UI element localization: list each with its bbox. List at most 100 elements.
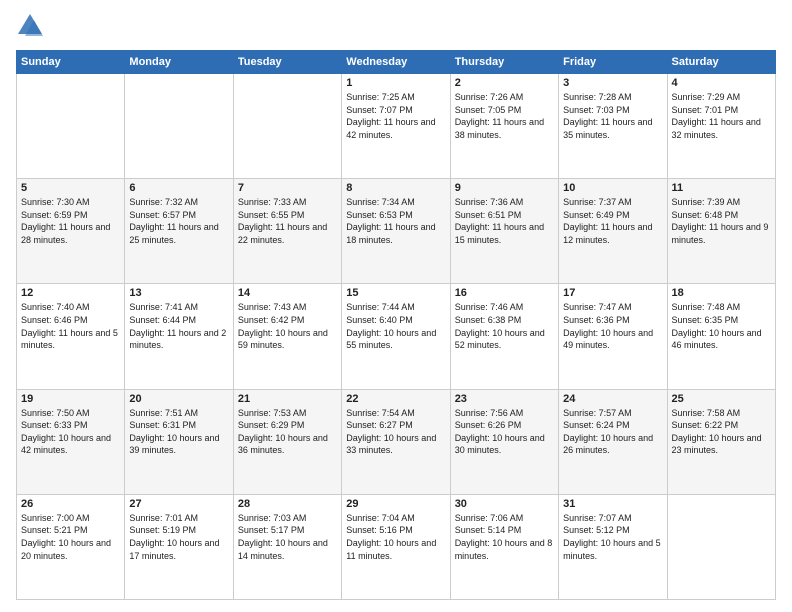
day-number: 26	[21, 498, 120, 510]
day-info: Sunrise: 7:47 AM Sunset: 6:36 PM Dayligh…	[563, 301, 662, 351]
day-cell: 12 Sunrise: 7:40 AM Sunset: 6:46 PM Dayli…	[17, 284, 125, 389]
day-number: 6	[129, 182, 228, 194]
day-cell: 5Sunrise: 7:30 AM Sunset: 6:59 PM Daylig…	[17, 179, 125, 284]
day-cell: 22Sunrise: 7:54 AM Sunset: 6:27 PM Dayli…	[342, 389, 450, 494]
calendar-table: SundayMondayTuesdayWednesdayThursdayFrid…	[16, 50, 776, 600]
header	[16, 12, 776, 40]
day-cell: 18 Sunrise: 7:48 AM Sunset: 6:35 PM Dayli…	[667, 284, 775, 389]
day-info: Sunrise: 7:57 AM Sunset: 6:24 PM Dayligh…	[563, 407, 662, 457]
col-header-monday: Monday	[125, 51, 233, 74]
day-number: 8	[346, 182, 445, 194]
day-info: Sunrise: 7:07 AM Sunset: 5:12 PM Dayligh…	[563, 512, 662, 562]
day-number: 30	[455, 498, 554, 510]
col-header-saturday: Saturday	[667, 51, 775, 74]
day-info: Sunrise: 7:53 AM Sunset: 6:29 PM Dayligh…	[238, 407, 337, 457]
col-header-friday: Friday	[559, 51, 667, 74]
day-cell: 10Sunrise: 7:37 AM Sunset: 6:49 PM Dayli…	[559, 179, 667, 284]
col-header-sunday: Sunday	[17, 51, 125, 74]
day-info: Sunrise: 7:00 AM Sunset: 5:21 PM Dayligh…	[21, 512, 120, 562]
col-header-wednesday: Wednesday	[342, 51, 450, 74]
day-info: Sunrise: 7:41 AM Sunset: 6:44 PM Dayligh…	[129, 301, 228, 351]
day-number: 27	[129, 498, 228, 510]
day-number: 13	[129, 287, 228, 299]
day-cell: 14 Sunrise: 7:43 AM Sunset: 6:42 PM Dayli…	[233, 284, 341, 389]
day-info: Sunrise: 7:44 AM Sunset: 6:40 PM Dayligh…	[346, 301, 445, 351]
day-info: Sunrise: 7:03 AM Sunset: 5:17 PM Dayligh…	[238, 512, 337, 562]
day-number: 7	[238, 182, 337, 194]
logo-icon	[16, 12, 44, 40]
day-cell: 6Sunrise: 7:32 AM Sunset: 6:57 PM Daylig…	[125, 179, 233, 284]
day-cell: 26 Sunrise: 7:00 AM Sunset: 5:21 PM Dayli…	[17, 494, 125, 599]
day-info: Sunrise: 7:43 AM Sunset: 6:42 PM Dayligh…	[238, 301, 337, 351]
day-number: 29	[346, 498, 445, 510]
day-cell: 1 Sunrise: 7:25 AM Sunset: 7:07 PM Daylig…	[342, 74, 450, 179]
day-cell: 20 Sunrise: 7:51 AM Sunset: 6:31 PM Dayli…	[125, 389, 233, 494]
day-cell: 15 Sunrise: 7:44 AM Sunset: 6:40 PM Dayli…	[342, 284, 450, 389]
day-cell: 11 Sunrise: 7:39 AM Sunset: 6:48 PM Dayli…	[667, 179, 775, 284]
day-number: 12	[21, 287, 120, 299]
day-info: Sunrise: 7:56 AM Sunset: 6:26 PM Dayligh…	[455, 407, 554, 457]
day-info: Sunrise: 7:26 AM Sunset: 7:05 PM Dayligh…	[455, 91, 554, 141]
day-cell: 9Sunrise: 7:36 AM Sunset: 6:51 PM Daylig…	[450, 179, 558, 284]
day-cell: 29 Sunrise: 7:04 AM Sunset: 5:16 PM Dayli…	[342, 494, 450, 599]
day-cell	[17, 74, 125, 179]
day-number: 15	[346, 287, 445, 299]
day-number: 9	[455, 182, 554, 194]
day-number: 20	[129, 393, 228, 405]
day-number: 28	[238, 498, 337, 510]
week-row-4: 19 Sunrise: 7:50 AM Sunset: 6:33 PM Dayli…	[17, 389, 776, 494]
day-info: Sunrise: 7:01 AM Sunset: 5:19 PM Dayligh…	[129, 512, 228, 562]
day-info: Sunrise: 7:39 AM Sunset: 6:48 PM Dayligh…	[672, 196, 771, 246]
day-cell: 16 Sunrise: 7:46 AM Sunset: 6:38 PM Dayli…	[450, 284, 558, 389]
day-info: Sunrise: 7:37 AM Sunset: 6:49 PM Dayligh…	[563, 196, 662, 246]
day-number: 24	[563, 393, 662, 405]
day-cell	[667, 494, 775, 599]
logo	[16, 12, 48, 40]
col-header-thursday: Thursday	[450, 51, 558, 74]
day-info: Sunrise: 7:40 AM Sunset: 6:46 PM Dayligh…	[21, 301, 120, 351]
day-info: Sunrise: 7:48 AM Sunset: 6:35 PM Dayligh…	[672, 301, 771, 351]
day-number: 4	[672, 77, 771, 89]
day-info: Sunrise: 7:51 AM Sunset: 6:31 PM Dayligh…	[129, 407, 228, 457]
col-header-tuesday: Tuesday	[233, 51, 341, 74]
day-cell: 13 Sunrise: 7:41 AM Sunset: 6:44 PM Dayli…	[125, 284, 233, 389]
week-row-1: 1 Sunrise: 7:25 AM Sunset: 7:07 PM Daylig…	[17, 74, 776, 179]
day-number: 19	[21, 393, 120, 405]
day-info: Sunrise: 7:54 AM Sunset: 6:27 PM Dayligh…	[346, 407, 445, 457]
day-cell: 31 Sunrise: 7:07 AM Sunset: 5:12 PM Dayli…	[559, 494, 667, 599]
day-info: Sunrise: 7:30 AM Sunset: 6:59 PM Dayligh…	[21, 196, 120, 246]
day-number: 23	[455, 393, 554, 405]
day-cell: 30 Sunrise: 7:06 AM Sunset: 5:14 PM Dayli…	[450, 494, 558, 599]
day-cell: 17 Sunrise: 7:47 AM Sunset: 6:36 PM Dayli…	[559, 284, 667, 389]
day-info: Sunrise: 7:29 AM Sunset: 7:01 PM Dayligh…	[672, 91, 771, 141]
day-cell: 2Sunrise: 7:26 AM Sunset: 7:05 PM Daylig…	[450, 74, 558, 179]
day-number: 25	[672, 393, 771, 405]
day-info: Sunrise: 7:33 AM Sunset: 6:55 PM Dayligh…	[238, 196, 337, 246]
week-row-5: 26 Sunrise: 7:00 AM Sunset: 5:21 PM Dayli…	[17, 494, 776, 599]
day-info: Sunrise: 7:25 AM Sunset: 7:07 PM Dayligh…	[346, 91, 445, 141]
day-info: Sunrise: 7:34 AM Sunset: 6:53 PM Dayligh…	[346, 196, 445, 246]
day-number: 31	[563, 498, 662, 510]
day-number: 14	[238, 287, 337, 299]
day-number: 16	[455, 287, 554, 299]
day-number: 11	[672, 182, 771, 194]
day-cell: 19 Sunrise: 7:50 AM Sunset: 6:33 PM Dayli…	[17, 389, 125, 494]
day-cell: 4 Sunrise: 7:29 AM Sunset: 7:01 PM Daylig…	[667, 74, 775, 179]
day-number: 1	[346, 77, 445, 89]
day-info: Sunrise: 7:06 AM Sunset: 5:14 PM Dayligh…	[455, 512, 554, 562]
day-info: Sunrise: 7:50 AM Sunset: 6:33 PM Dayligh…	[21, 407, 120, 457]
day-cell: 23 Sunrise: 7:56 AM Sunset: 6:26 PM Dayli…	[450, 389, 558, 494]
day-cell: 25 Sunrise: 7:58 AM Sunset: 6:22 PM Dayli…	[667, 389, 775, 494]
day-cell	[233, 74, 341, 179]
day-cell: 8 Sunrise: 7:34 AM Sunset: 6:53 PM Daylig…	[342, 179, 450, 284]
day-cell: 24 Sunrise: 7:57 AM Sunset: 6:24 PM Dayli…	[559, 389, 667, 494]
week-row-3: 12 Sunrise: 7:40 AM Sunset: 6:46 PM Dayli…	[17, 284, 776, 389]
day-info: Sunrise: 7:58 AM Sunset: 6:22 PM Dayligh…	[672, 407, 771, 457]
day-info: Sunrise: 7:46 AM Sunset: 6:38 PM Dayligh…	[455, 301, 554, 351]
page: SundayMondayTuesdayWednesdayThursdayFrid…	[0, 0, 792, 612]
week-row-2: 5Sunrise: 7:30 AM Sunset: 6:59 PM Daylig…	[17, 179, 776, 284]
day-info: Sunrise: 7:04 AM Sunset: 5:16 PM Dayligh…	[346, 512, 445, 562]
day-cell: 27 Sunrise: 7:01 AM Sunset: 5:19 PM Dayli…	[125, 494, 233, 599]
day-number: 17	[563, 287, 662, 299]
day-number: 18	[672, 287, 771, 299]
